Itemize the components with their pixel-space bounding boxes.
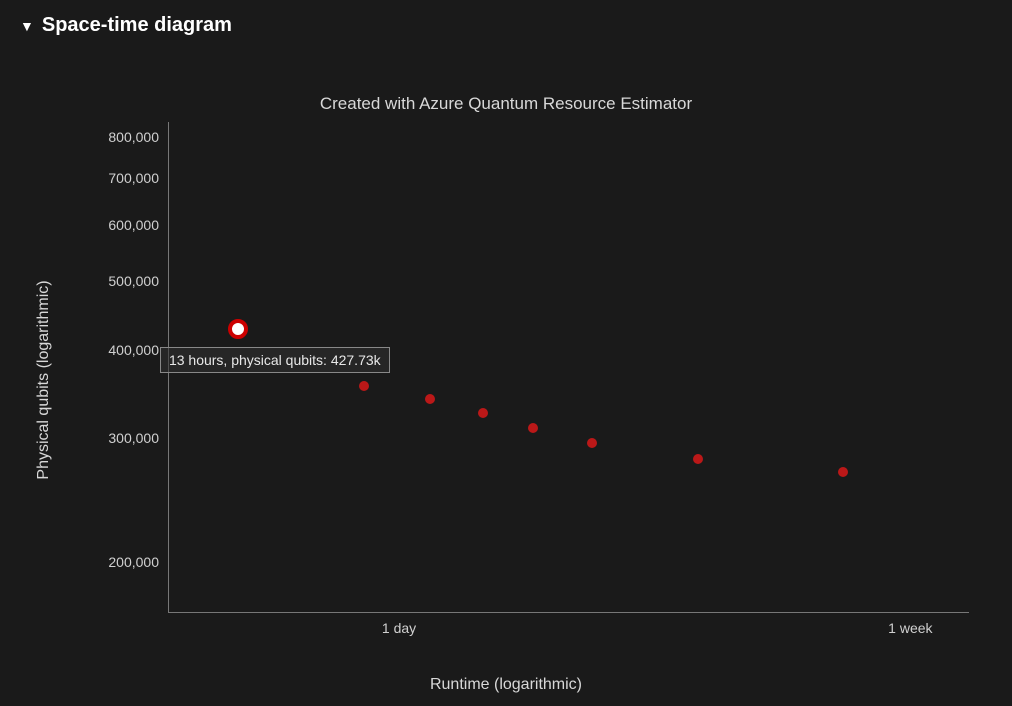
section-header[interactable]: ▼ Space-time diagram [0, 0, 1012, 43]
section-title: Space-time diagram [42, 14, 232, 37]
y-tick-label: 800,000 [108, 129, 169, 145]
y-tick-label: 600,000 [108, 217, 169, 233]
y-tick-label: 700,000 [108, 170, 169, 186]
collapse-toggle-icon: ▼ [20, 18, 34, 34]
data-point[interactable] [693, 454, 703, 464]
tooltip: 13 hours, physical qubits: 427.73k [160, 347, 390, 373]
x-axis-label: Runtime (logarithmic) [0, 676, 1012, 694]
data-point[interactable] [838, 467, 848, 477]
chart-title: Created with Azure Quantum Resource Esti… [0, 94, 1012, 114]
x-tick-label: 1 day [382, 612, 416, 636]
data-point[interactable] [528, 423, 538, 433]
y-tick-label: 200,000 [108, 554, 169, 570]
data-point-highlighted[interactable] [228, 319, 248, 339]
y-axis-label: Physical qubits (logarithmic) [35, 280, 53, 479]
data-point[interactable] [587, 438, 597, 448]
data-point[interactable] [425, 394, 435, 404]
data-point[interactable] [359, 381, 369, 391]
data-point[interactable] [478, 408, 488, 418]
y-tick-label: 300,000 [108, 430, 169, 446]
y-tick-label: 400,000 [108, 342, 169, 358]
y-tick-label: 500,000 [108, 273, 169, 289]
x-tick-label: 1 week [888, 612, 932, 636]
plot-area[interactable]: 200,000300,000400,000500,000600,000700,0… [168, 122, 969, 613]
chart-container: Created with Azure Quantum Resource Esti… [0, 60, 1012, 700]
